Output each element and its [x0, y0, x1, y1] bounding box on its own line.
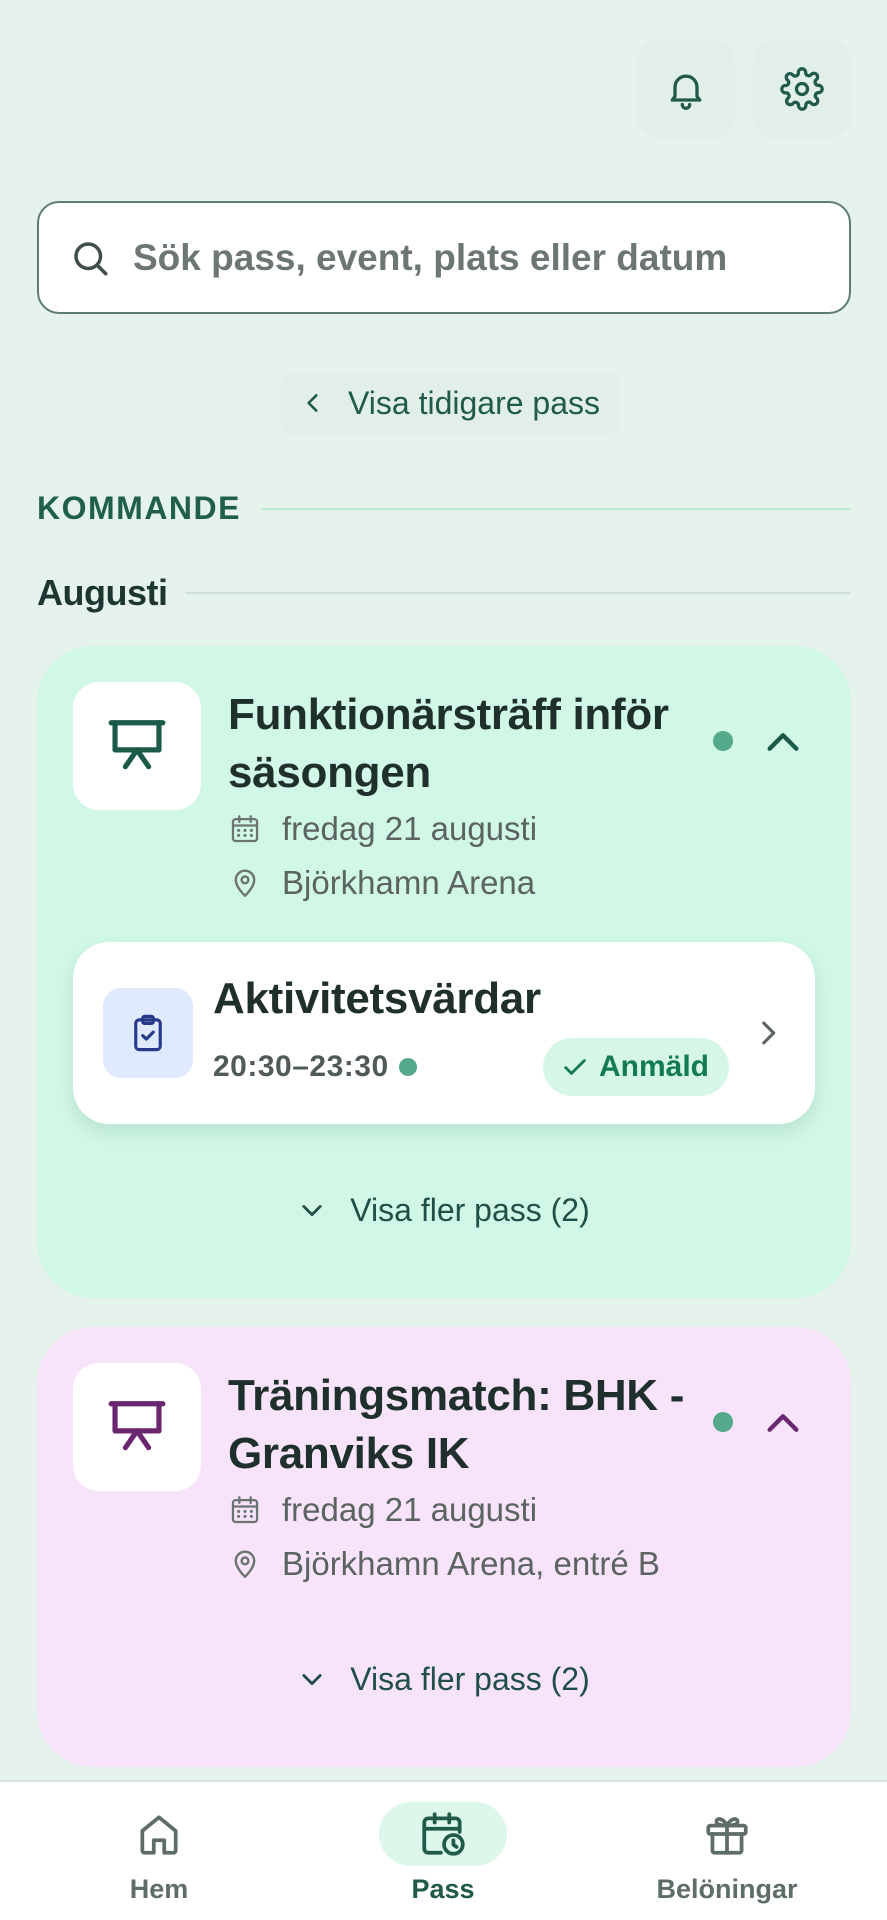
- event-title: Funktionärsträff inför säsongen: [228, 690, 669, 797]
- home-icon: [140, 1815, 178, 1855]
- search-icon: [74, 241, 108, 275]
- settings-button[interactable]: [753, 40, 851, 138]
- event-date-row: fredag 21 augusti: [228, 1491, 537, 1529]
- session-title: Aktivitetsvärdar: [213, 974, 541, 1023]
- status-dot: [398, 1058, 417, 1076]
- show-more-sessions-button[interactable]: Visa fler pass (2): [37, 1180, 851, 1240]
- bottom-navigation: Hem Pass Belöningar: [0, 1780, 887, 1920]
- event-icon-tile: [73, 1363, 201, 1491]
- nav-label-home: Hem: [129, 1874, 189, 1904]
- section-heading: KOMMANDE: [37, 490, 851, 527]
- notifications-button[interactable]: [637, 40, 735, 138]
- status-dot: [713, 731, 733, 751]
- event-date-row: fredag 21 augusti: [228, 810, 537, 848]
- event-location: Björkhamn Arena: [282, 864, 536, 901]
- event-card[interactable]: Funktionärsträff inför säsongen fredag 2…: [37, 646, 851, 1298]
- section-divider: [260, 507, 851, 510]
- clipboard-check-icon: [134, 1014, 162, 1052]
- chevron-up-icon[interactable]: [763, 722, 803, 762]
- chevron-left-icon: [307, 394, 318, 412]
- calendar-icon: [231, 1496, 259, 1524]
- location-pin-icon: [234, 1550, 256, 1578]
- nav-item-rewards[interactable]: Belöningar: [627, 1802, 827, 1905]
- event-location: Björkhamn Arena, entré B: [282, 1545, 660, 1582]
- chevron-down-icon: [302, 1205, 322, 1217]
- status-badge: Anmäld: [543, 1038, 730, 1096]
- nav-item-pass[interactable]: Pass: [343, 1802, 543, 1905]
- event-date: fredag 21 augusti: [282, 810, 538, 847]
- search-input[interactable]: [133, 236, 793, 279]
- show-more-label: Visa fler pass (2): [350, 1660, 590, 1697]
- status-dot: [713, 1412, 733, 1432]
- show-more-label: Visa fler pass (2): [350, 1191, 590, 1228]
- section-label: KOMMANDE: [37, 490, 241, 526]
- chevron-down-icon: [302, 1674, 322, 1686]
- session-card[interactable]: Aktivitetsvärdar 20:30–23:30 Anmäld: [73, 942, 815, 1124]
- nav-icon-container: [379, 1802, 507, 1866]
- status-badge-label: Anmäld: [599, 1050, 710, 1083]
- bell-icon: [670, 74, 702, 110]
- calendar-icon: [231, 815, 259, 843]
- show-more-sessions-button[interactable]: Visa fler pass (2): [37, 1649, 851, 1709]
- top-bar: [637, 40, 851, 138]
- month-divider: [185, 592, 851, 594]
- nav-icon-container: [95, 1802, 223, 1866]
- event-location-row: Björkhamn Arena, entré B: [228, 1545, 660, 1583]
- calendar-clock-icon: [422, 1812, 465, 1856]
- month-label: Augusti: [37, 572, 168, 613]
- event-date: fredag 21 augusti: [282, 1491, 538, 1528]
- event-card[interactable]: Träningsmatch: BHK - Granviks IK fredag …: [37, 1327, 851, 1767]
- nav-label-rewards: Belöningar: [656, 1874, 798, 1904]
- presentation-icon: [108, 720, 166, 770]
- month-heading: Augusti: [37, 572, 851, 614]
- location-pin-icon: [234, 869, 256, 897]
- check-icon: [564, 1059, 586, 1075]
- event-location-row: Björkhamn Arena: [228, 864, 535, 902]
- chevron-up-icon[interactable]: [763, 1403, 803, 1443]
- nav-label-pass: Pass: [411, 1874, 475, 1904]
- session-time: 20:30–23:30: [213, 1050, 389, 1083]
- show-earlier-button[interactable]: Visa tidigare pass: [280, 372, 620, 434]
- chevron-right-icon: [762, 1021, 776, 1045]
- show-earlier-label: Visa tidigare pass: [348, 384, 600, 421]
- nav-icon-container: [663, 1802, 791, 1866]
- session-icon-tile: [103, 988, 193, 1078]
- gear-icon: [780, 67, 824, 111]
- presentation-icon: [108, 1401, 166, 1451]
- session-time-row: 20:30–23:30: [213, 1050, 417, 1084]
- event-title: Träningsmatch: BHK - Granviks IK: [228, 1371, 685, 1478]
- gift-icon: [706, 1817, 748, 1855]
- search-bar[interactable]: [37, 201, 851, 314]
- nav-item-home[interactable]: Hem: [59, 1802, 259, 1905]
- event-icon-tile: [73, 682, 201, 810]
